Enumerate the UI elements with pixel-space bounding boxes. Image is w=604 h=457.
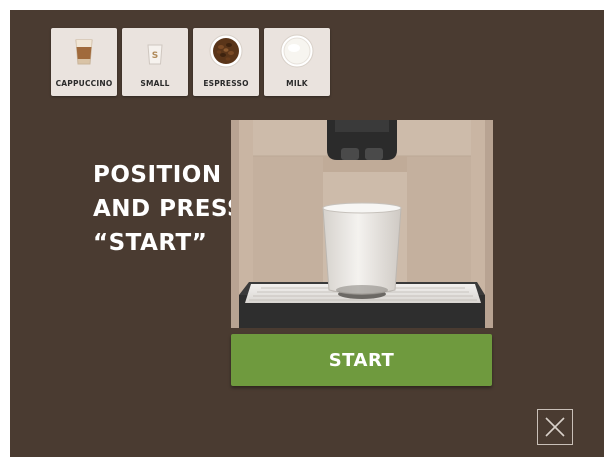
tile-label-milk: MILK [286, 79, 308, 88]
coffee-beans-icon [209, 34, 243, 68]
start-button[interactable]: START [231, 334, 492, 386]
tile-small[interactable]: S SMALL [122, 28, 188, 96]
milk-icon [280, 34, 314, 68]
machine-illustration [231, 120, 493, 328]
tile-milk[interactable]: MILK [264, 28, 330, 96]
tile-label-espresso: ESPRESSO [203, 79, 249, 88]
coffee-machine-screen: CAPPUCCINO S SMALL ESPRESSO MILK POSITIO… [10, 10, 604, 457]
tile-cappuccino[interactable]: CAPPUCCINO [51, 28, 117, 96]
svg-text:S: S [152, 51, 158, 61]
cappuccino-glass-icon [75, 39, 93, 65]
selection-summary: CAPPUCCINO S SMALL ESPRESSO MILK [51, 28, 330, 96]
close-icon [545, 417, 565, 437]
close-button[interactable] [537, 409, 573, 445]
tile-espresso[interactable]: ESPRESSO [193, 28, 259, 96]
tile-label-small: SMALL [140, 79, 170, 88]
tile-label-cappuccino: CAPPUCCINO [55, 79, 113, 88]
small-cup-icon: S [147, 44, 163, 65]
